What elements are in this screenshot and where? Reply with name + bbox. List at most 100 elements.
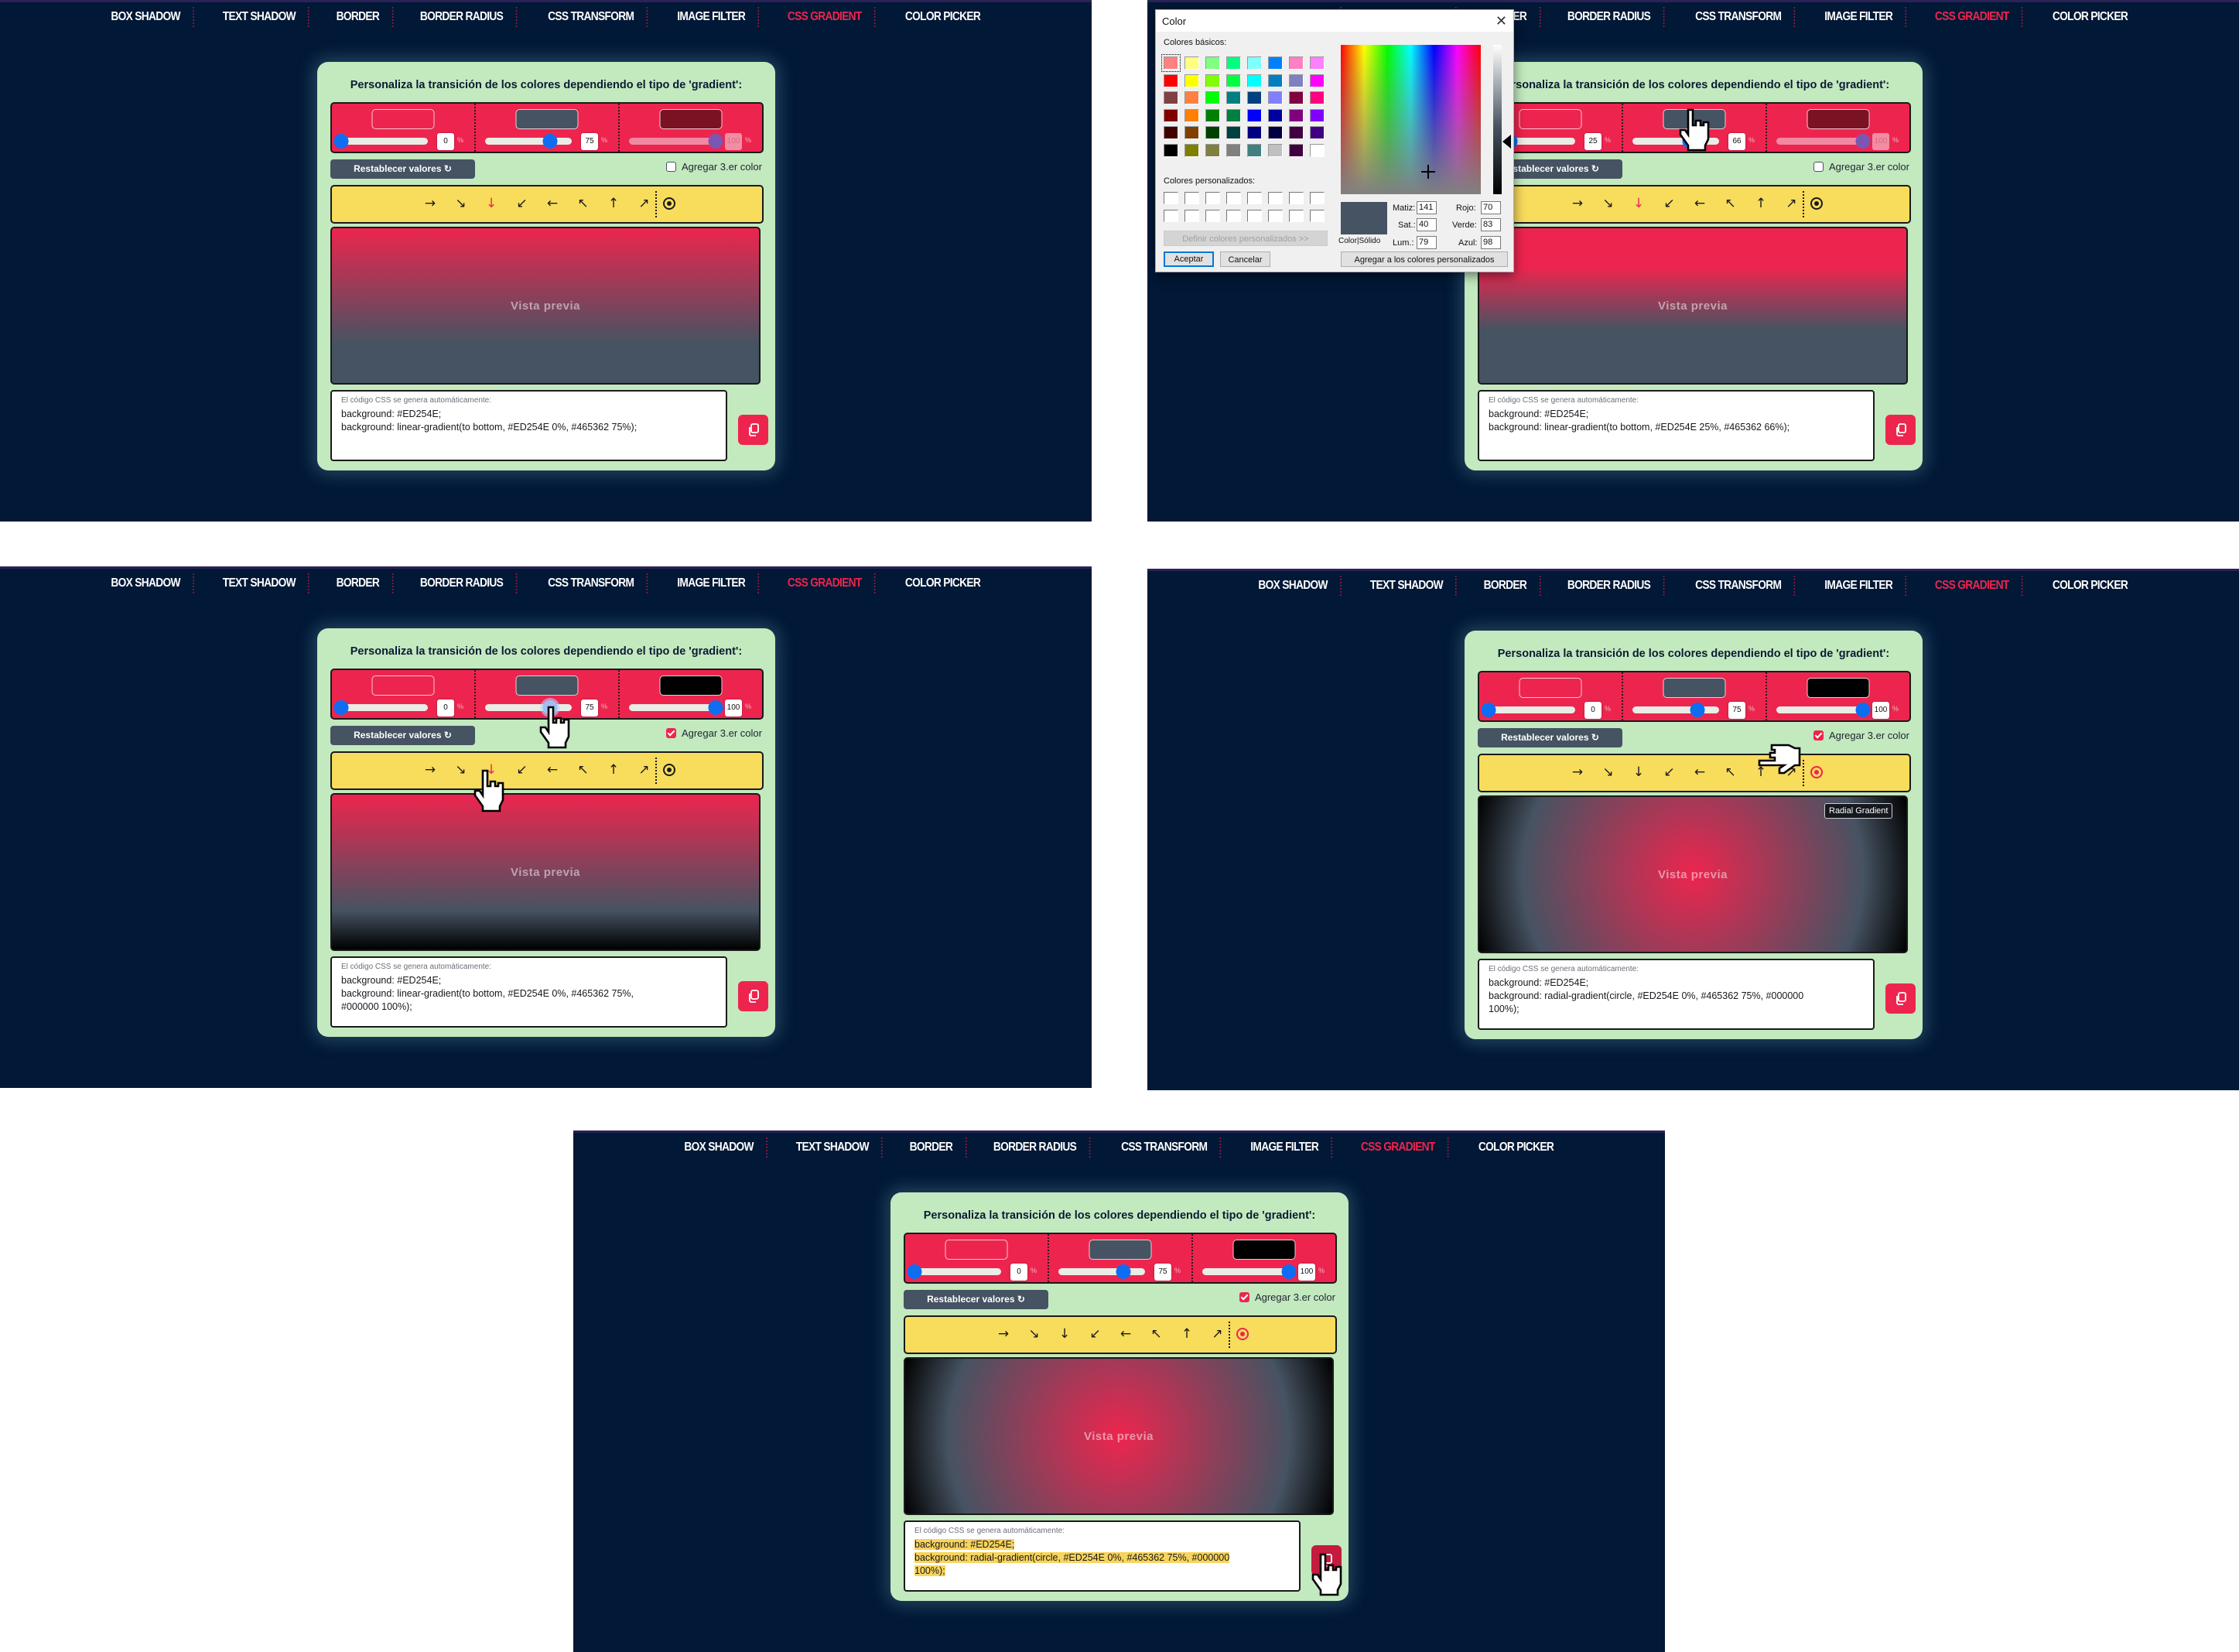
nav-item-border[interactable]: BORDER [323,573,393,593]
basic-color-swatch[interactable] [1247,74,1262,87]
slider-thumb[interactable] [1116,1264,1131,1279]
basic-color-swatch[interactable] [1268,108,1283,122]
slider-thumb[interactable] [542,134,558,149]
direction-to-top-right-button[interactable]: ↗ [1208,1325,1227,1343]
nav-item-image-filter[interactable]: IMAGE FILTER [1812,576,1907,596]
luminance-slider[interactable] [1493,45,1502,194]
percent-input-2[interactable]: 75 [581,133,598,150]
basic-color-swatch[interactable] [1310,91,1325,104]
color-swatch-1[interactable] [371,676,435,696]
nav-item-border-radius[interactable]: BORDER RADIUS [1555,7,1665,27]
slider-thumb[interactable] [708,700,723,715]
radial-gradient-button[interactable] [1810,197,1823,210]
direction-to-left-button[interactable]: ← [1690,194,1709,213]
basic-color-swatch[interactable] [1247,91,1262,104]
third-color-toggle[interactable]: Agregar 3.er color [1239,1291,1335,1303]
direction-to-left-button[interactable]: ← [1690,763,1709,782]
color-swatch-3[interactable] [1807,678,1870,698]
basic-color-swatch[interactable] [1289,126,1304,139]
basic-color-swatch[interactable] [1268,74,1283,87]
basic-color-swatch[interactable] [1226,108,1241,122]
direction-to-bottom-right-button[interactable]: ↘ [1025,1325,1044,1343]
direction-to-bottom-right-button[interactable]: ↘ [452,761,470,779]
third-color-checkbox[interactable] [665,728,676,738]
nav-item-css-gradient[interactable]: CSS GRADIENT [1349,1137,1450,1158]
direction-to-right-button[interactable]: → [421,761,439,779]
slider-thumb[interactable] [1281,1264,1297,1279]
nav-item-border-radius[interactable]: BORDER RADIUS [408,7,518,27]
direction-to-right-button[interactable]: → [1568,194,1587,213]
third-color-checkbox[interactable] [1239,1292,1249,1302]
css-code-box[interactable]: El código CSS se genera automáticamente:… [904,1520,1301,1592]
percent-input-3[interactable]: 100 [1872,702,1889,719]
basic-color-swatch[interactable] [1184,74,1199,87]
basic-color-swatch[interactable] [1205,143,1220,157]
percent-input-1[interactable]: 0 [1584,702,1601,719]
nav-item-border[interactable]: BORDER [897,1137,966,1158]
custom-color-slot[interactable] [1205,192,1220,204]
nav-item-css-gradient[interactable]: CSS GRADIENT [775,7,877,27]
direction-to-left-button[interactable]: ← [543,194,562,213]
nav-item-css-transform[interactable]: CSS TRANSFORM [535,573,648,593]
third-color-checkbox[interactable] [1813,730,1824,740]
basic-color-swatch[interactable] [1310,126,1325,139]
custom-color-slot[interactable] [1205,210,1220,222]
direction-to-bottom-left-button[interactable]: ↙ [1660,763,1679,782]
nav-item-box-shadow[interactable]: BOX SHADOW [98,7,195,27]
nav-item-color-picker[interactable]: COLOR PICKER [2039,576,2140,596]
basic-color-swatch[interactable] [1226,56,1241,70]
basic-color-swatch[interactable] [1184,126,1199,139]
basic-color-swatch[interactable] [1268,126,1283,139]
basic-color-swatch[interactable] [1164,91,1178,104]
direction-to-top-button[interactable]: ↑ [604,761,623,779]
nav-item-border[interactable]: BORDER [323,7,393,27]
position-slider-3[interactable] [629,134,723,149]
nav-item-border[interactable]: BORDER [1471,576,1540,596]
custom-color-slot[interactable] [1268,210,1283,222]
percent-input-3[interactable]: 100 [725,133,742,150]
percent-input-1[interactable]: 0 [1010,1264,1027,1281]
basic-color-swatch[interactable] [1205,108,1220,122]
color-swatch-3[interactable] [1232,1240,1296,1260]
direction-to-bottom-right-button[interactable]: ↘ [1599,763,1618,782]
nav-item-css-transform[interactable]: CSS TRANSFORM [535,7,648,27]
nav-item-box-shadow[interactable]: BOX SHADOW [672,1137,768,1158]
third-color-toggle[interactable]: Agregar 3.er color [665,727,762,739]
position-slider-2[interactable] [1058,1264,1145,1279]
nav-item-css-transform[interactable]: CSS TRANSFORM [1683,576,1796,596]
custom-color-slot[interactable] [1310,192,1325,204]
copy-button[interactable] [1885,983,1916,1014]
direction-to-bottom-left-button[interactable]: ↙ [513,761,532,779]
basic-color-swatch[interactable] [1289,108,1304,122]
direction-to-top-button[interactable]: ↑ [1178,1325,1196,1343]
nav-item-text-shadow[interactable]: TEXT SHADOW [1358,576,1458,596]
copy-button[interactable] [738,415,768,445]
ok-button[interactable]: Aceptar [1164,251,1214,267]
basic-color-swatch[interactable] [1164,143,1178,157]
nav-item-css-gradient[interactable]: CSS GRADIENT [1923,7,2024,27]
blue-field[interactable]: 98 [1481,236,1501,249]
direction-to-top-button[interactable]: ↑ [604,194,623,213]
color-swatch-2[interactable] [515,109,579,129]
color-swatch-1[interactable] [945,1240,1008,1260]
nav-item-image-filter[interactable]: IMAGE FILTER [1238,1137,1333,1158]
direction-to-top-left-button[interactable]: ↖ [1721,194,1740,213]
position-slider-1[interactable] [333,134,428,149]
custom-color-slot[interactable] [1268,192,1283,204]
direction-to-bottom-left-button[interactable]: ↙ [1660,194,1679,213]
reset-button[interactable]: Restablecer valores ↻ [330,159,475,179]
nav-item-color-picker[interactable]: COLOR PICKER [892,7,993,27]
percent-input-1[interactable]: 0 [437,133,454,150]
basic-color-swatch[interactable] [1310,56,1325,70]
custom-color-slot[interactable] [1289,210,1304,222]
direction-to-bottom-button[interactable]: ↓ [1629,194,1648,213]
direction-to-right-button[interactable]: → [994,1325,1013,1343]
percent-input-2[interactable]: 75 [581,699,598,717]
slider-thumb[interactable] [1855,134,1871,149]
basic-color-swatch[interactable] [1247,56,1262,70]
nav-item-image-filter[interactable]: IMAGE FILTER [665,7,760,27]
slider-thumb[interactable] [1855,703,1871,717]
custom-color-slot[interactable] [1247,192,1262,204]
nav-item-box-shadow[interactable]: BOX SHADOW [1246,576,1342,596]
position-slider-1[interactable] [907,1264,1001,1279]
